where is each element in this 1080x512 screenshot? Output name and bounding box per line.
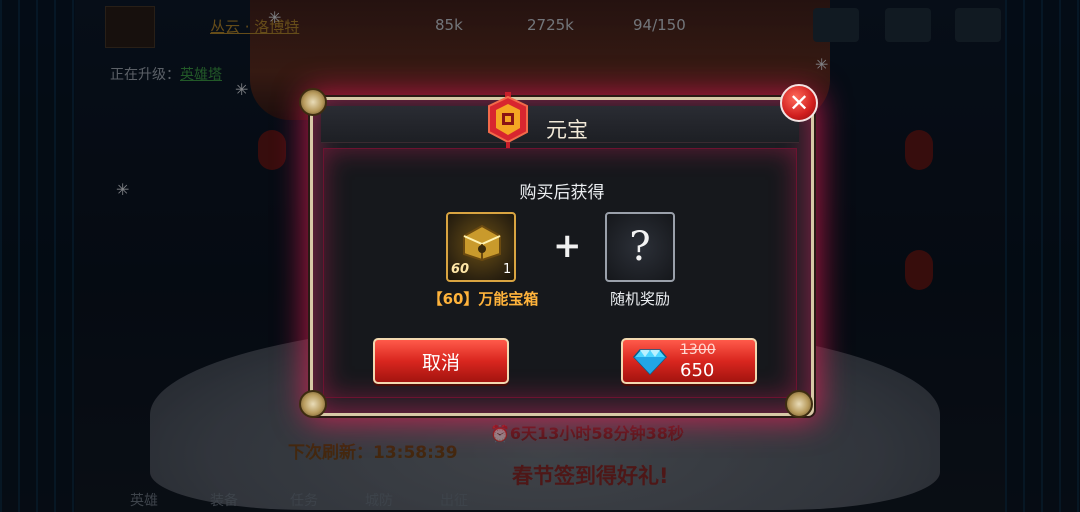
yuanbao-emblem-icon — [488, 92, 528, 148]
discount-price: 650 — [680, 360, 715, 381]
plus-sign: + — [553, 226, 582, 266]
item-count: 1 — [503, 262, 512, 277]
cancel-button[interactable]: 取消 — [373, 338, 509, 384]
reward-item-random-label: 随机奖励 — [609, 290, 670, 308]
item-level: 60 — [451, 262, 470, 277]
original-price: 1300 — [680, 342, 716, 358]
corner-ornament — [299, 390, 327, 418]
diamond-gem-icon — [633, 349, 667, 375]
close-button[interactable]: ✕ — [780, 84, 818, 122]
question-mark-icon: ? — [629, 224, 651, 270]
cancel-button-label: 取消 — [421, 351, 460, 374]
dialog-title: 元宝 — [546, 118, 588, 142]
reward-subtitle: 购买后获得 — [519, 183, 605, 203]
treasure-chest-icon — [463, 224, 501, 262]
reward-item-chest-label: 【60】万能宝箱 — [427, 290, 539, 308]
corner-ornament — [299, 88, 327, 116]
purchase-dialog: 元宝 ✕ 购买后获得 60 1 【60】万能宝箱 + ? 随机奖励 取消 130… — [299, 84, 818, 418]
close-icon: ✕ — [788, 89, 810, 117]
reward-item-random[interactable]: ? — [605, 212, 675, 282]
reward-item-chest[interactable]: 60 1 — [446, 212, 516, 282]
buy-button[interactable]: 1300 650 — [621, 338, 757, 384]
corner-ornament — [785, 390, 813, 418]
